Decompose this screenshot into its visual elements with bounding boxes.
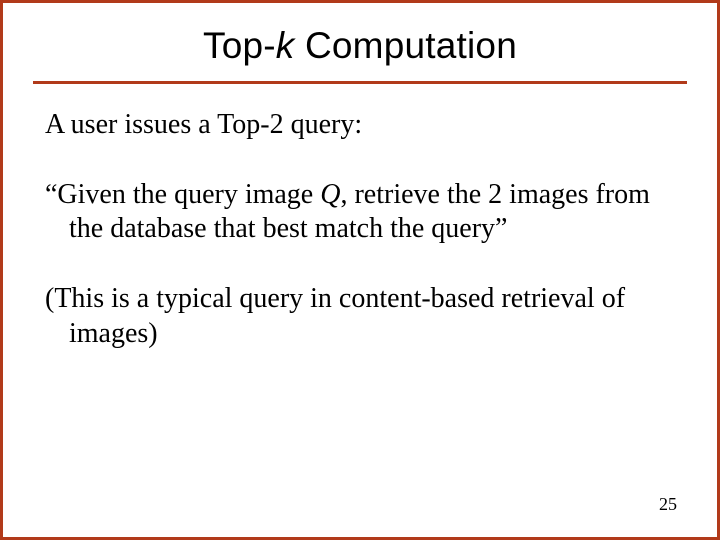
paragraph-3: (This is a typical query in content-base… — [45, 282, 675, 350]
page-number: 25 — [659, 494, 677, 515]
paragraph-1: A user issues a Top-2 query: — [45, 108, 675, 142]
paragraph-2: “Given the query image Q, retrieve the 2… — [45, 178, 675, 246]
title-k: k — [276, 25, 295, 66]
title-pre: Top- — [203, 25, 276, 66]
p2-open: “Given the query image — [45, 179, 320, 210]
p2-q: Q — [320, 179, 340, 210]
body-text: A user issues a Top-2 query: “Given the … — [3, 84, 717, 351]
title-post: Computation — [295, 25, 517, 66]
slide-frame: Top-k Computation A user issues a Top-2 … — [0, 0, 720, 540]
title-block: Top-k Computation — [3, 3, 717, 67]
slide-title: Top-k Computation — [203, 25, 517, 66]
